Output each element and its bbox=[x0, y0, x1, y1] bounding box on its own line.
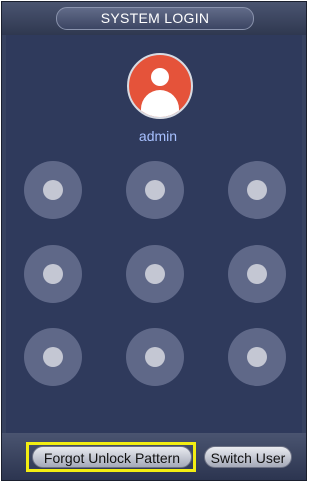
pattern-dot-center bbox=[43, 264, 63, 284]
pattern-dot-3[interactable] bbox=[228, 161, 286, 219]
pattern-dot-9[interactable] bbox=[228, 328, 286, 386]
pattern-dot-center bbox=[43, 347, 63, 367]
pattern-dot-center bbox=[145, 264, 165, 284]
pattern-dot-8[interactable] bbox=[126, 328, 184, 386]
pattern-dot-center bbox=[247, 264, 267, 284]
pattern-dot-center bbox=[145, 180, 165, 200]
user-avatar-icon bbox=[127, 53, 193, 119]
avatar-head bbox=[151, 68, 169, 86]
username-label: admin bbox=[138, 128, 178, 144]
footer-bar: Forgot Unlock Pattern Switch User bbox=[2, 433, 306, 480]
pattern-dot-6[interactable] bbox=[228, 245, 286, 303]
pattern-dot-1[interactable] bbox=[24, 161, 82, 219]
pattern-dot-7[interactable] bbox=[24, 328, 82, 386]
pattern-dot-center bbox=[145, 347, 165, 367]
window-title: SYSTEM LOGIN bbox=[56, 7, 254, 30]
login-window: SYSTEM LOGIN admin Forgot Unlock Pattern… bbox=[1, 1, 307, 481]
switch-user-button[interactable]: Switch User bbox=[204, 446, 292, 468]
pattern-dot-4[interactable] bbox=[24, 245, 82, 303]
pattern-dot-center bbox=[247, 347, 267, 367]
pattern-dot-5[interactable] bbox=[126, 245, 184, 303]
pattern-dot-center bbox=[43, 180, 63, 200]
pattern-dot-center bbox=[247, 180, 267, 200]
login-panel: admin bbox=[6, 35, 302, 433]
avatar-body bbox=[141, 90, 179, 117]
title-bar: SYSTEM LOGIN bbox=[2, 2, 306, 35]
forgot-pattern-button[interactable]: Forgot Unlock Pattern bbox=[32, 446, 192, 468]
pattern-dot-2[interactable] bbox=[126, 161, 184, 219]
